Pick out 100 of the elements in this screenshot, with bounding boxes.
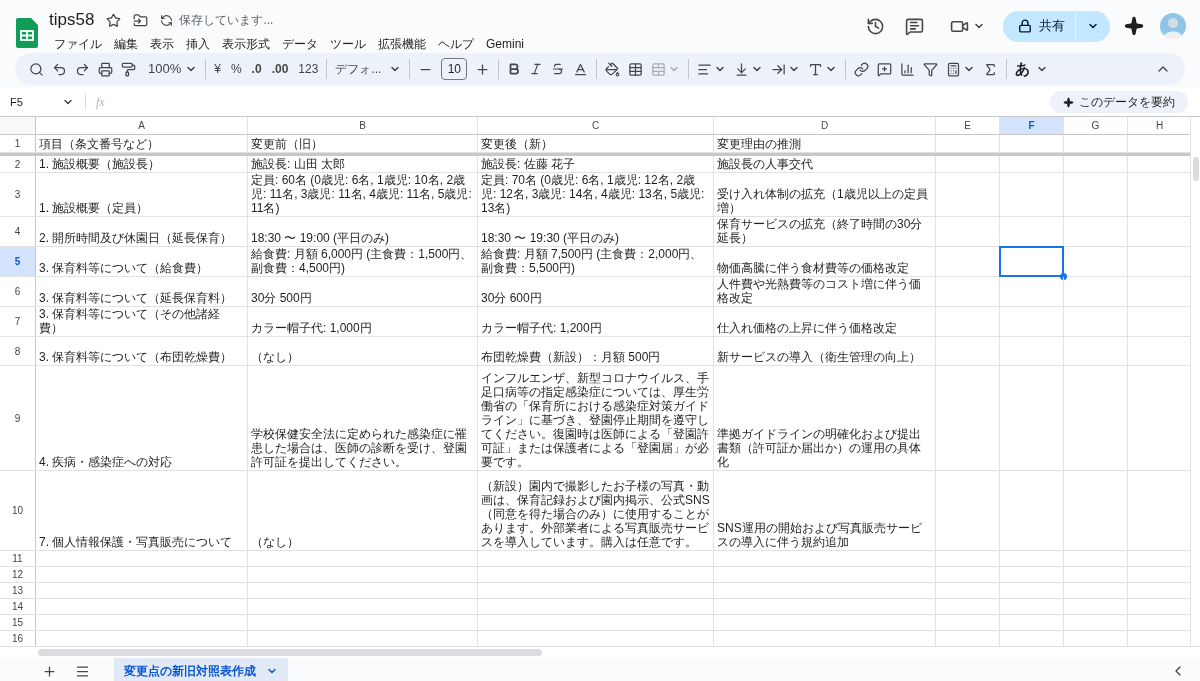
text-rotation-icon[interactable] (808, 61, 824, 77)
vertical-scrollbar[interactable] (1193, 157, 1199, 181)
table-cell: 施設長: 佐藤 花子 (481, 157, 575, 171)
table-cell-text: 受け入れ体制の拡充（1歳児以上の定員増） (717, 187, 929, 215)
save-status: 保存しています... (179, 12, 274, 29)
lock-icon (1018, 19, 1032, 33)
document-title[interactable]: tips58 (49, 10, 95, 30)
redo-icon[interactable] (75, 61, 90, 77)
menu-item[interactable]: ツール (324, 34, 372, 54)
sparkle-icon (1063, 96, 1074, 108)
horizontal-scrollbar[interactable] (38, 649, 542, 656)
fill-color-icon[interactable] (605, 61, 621, 77)
table-cell-text: 給食費: 月額 7,500円 (主食費：2,000円、副食費：5,500円) (481, 247, 704, 275)
merge-cells-icon[interactable] (651, 61, 667, 77)
table-cell: 18:30 〜 19:30 (平日のみ) (481, 231, 620, 245)
align-left-icon[interactable] (697, 61, 713, 77)
increase-decimal[interactable]: .00 (271, 60, 289, 78)
input-tool-dropdown[interactable]: あ (1015, 57, 1031, 81)
table-cell: 変更前（旧） (251, 137, 323, 151)
menu-item[interactable]: 拡張機能 (372, 34, 432, 54)
sparkle-icon[interactable] (1124, 16, 1144, 36)
chart-icon[interactable] (900, 61, 916, 77)
column-header[interactable]: F (1000, 117, 1064, 134)
table-cell: 2. 開所時間及び休園日（延長保育） (39, 231, 233, 245)
table-cell-text: 人件費や光熱費等のコスト増に伴う価格改定 (717, 277, 922, 305)
sync-icon[interactable] (160, 13, 174, 27)
zoom-dropdown[interactable]: 100% (148, 59, 182, 79)
paint-roller-icon[interactable] (121, 61, 136, 77)
table-cell: 変更後（新） (481, 137, 553, 151)
printer-icon[interactable] (98, 61, 113, 77)
table-cell: （新設）園内で撮影したお子様の写真・動画は、保育記録および園内掲示、公式SNS（同意を得た場合のみ）に使用することがあります。外部業者による写真販売サービスを導入しています。購入は任意です。 (481, 479, 710, 549)
menu-item[interactable]: 表示形式 (216, 34, 276, 54)
add-comment-icon[interactable] (877, 61, 893, 77)
calculator-icon[interactable] (946, 61, 962, 77)
share-button[interactable]: 共有 (1003, 10, 1110, 42)
table-cell: （なし） (251, 535, 299, 549)
table-cell: 30分 500円 (251, 291, 312, 305)
search-icon[interactable] (29, 61, 44, 77)
table-cell: カラー帽子代: 1,200円 (481, 321, 602, 335)
table-cell-text: 保育サービスの拡充（終了時間の30分延長） (717, 217, 924, 245)
link-icon[interactable] (854, 61, 870, 77)
table-cell-text: 準拠ガイドラインの明確化および提出書類（許可証か届出か）の運用の具体化 (717, 427, 922, 469)
table-cell: インフルエンザ、新型コロナウイルス、手足口病等の指定感染症については、厚生労働省の「保育所における感染症対策ガイドライン」に基づき、登園停止期間を遵守してください。復園時は医師による「登園許可証」または保護者による「登園届」が必要です。 (481, 371, 710, 469)
percent-format[interactable]: % (230, 60, 242, 78)
spreadsheet-logo[interactable] (16, 18, 38, 48)
menu-item[interactable]: 挿入 (180, 34, 216, 54)
strikethrough-icon[interactable] (551, 62, 566, 76)
history-icon[interactable] (866, 16, 885, 36)
table-cell: 4. 疾病・感染症への対応 (39, 455, 173, 469)
currency-format[interactable]: ¥ (214, 60, 221, 78)
table-cell: 30分 600円 (481, 291, 542, 305)
table-cell: 7. 個人情報保護・写真販売について (39, 535, 233, 549)
menu-item[interactable]: 表示 (144, 34, 180, 54)
table-cell-text: 3. 保育料等について（その他諸経費） (39, 307, 222, 335)
table-cell: 3. 保育料等について（給食費） (39, 261, 209, 275)
font-size-field[interactable]: 10 (441, 58, 468, 80)
menu-item[interactable]: ヘルプ (432, 34, 480, 54)
sheet-tab[interactable]: 変更点の新旧対照表作成 (114, 658, 288, 681)
menu-item[interactable]: ファイル (48, 34, 108, 54)
folder-icon[interactable] (133, 12, 149, 28)
table-cell: 新サービスの導入（衛生管理の向上） (717, 350, 921, 364)
menu-item[interactable]: データ (276, 34, 324, 54)
selected-cell[interactable] (999, 246, 1064, 277)
table-cell: 3. 保育料等について（布団乾燥費） (39, 350, 233, 364)
table-cell: 施設長の人事交代 (717, 157, 813, 171)
summarize-button[interactable]: このデータを要約 (1050, 91, 1188, 113)
undo-icon[interactable] (52, 61, 67, 77)
menu-icon[interactable] (75, 663, 90, 679)
table-cell-text: SNS運用の開始および写真販売サービスの導入に伴う規約追加 (717, 521, 923, 549)
table-cell-text: 定員: 70名 (0歳児: 6名, 1歳児: 12名, 2歳児: 12名, 3歳児: 14名, 4歳児: 13名, 5歳児: 13名) (481, 173, 706, 215)
table-cell: 1. 施設概要（施設長） (39, 157, 161, 171)
fill-handle[interactable] (1060, 273, 1067, 280)
table-cell: 変更理由の推測 (717, 137, 801, 151)
table-cell: 18:30 〜 19:00 (平日のみ) (251, 231, 390, 245)
table-cell: 布団乾燥費（新設）：月額 500円 (481, 350, 661, 364)
borders-icon[interactable] (628, 61, 644, 77)
font-dropdown[interactable]: デフォ... (335, 60, 382, 78)
add-sheet-icon[interactable] (42, 663, 57, 679)
text-color-icon[interactable] (573, 61, 589, 77)
filter-icon[interactable] (923, 61, 939, 77)
italic-icon[interactable] (529, 62, 544, 76)
function-label: fx (96, 94, 105, 111)
bold-icon[interactable] (507, 62, 522, 76)
table-cell: 物価高騰に伴う食材費等の価格改定 (717, 261, 909, 275)
table-cell: 給食費: 月額 6,000円 (主食費：1,500円、副食費：4,500円) (251, 247, 474, 275)
name-box[interactable]: F5 (10, 93, 62, 111)
row-header[interactable]: 5 (0, 247, 36, 276)
number-format[interactable]: 123 (298, 60, 319, 78)
table-cell: 施設長: 山田 太郎 (251, 157, 345, 171)
menu-item[interactable]: Gemini (480, 34, 530, 54)
table-cell: 仕入れ価格の上昇に伴う価格改定 (717, 321, 897, 335)
table-cell-text: 学校保健安全法に定められた感染症に罹患した場合は、医師の診断を受け、登園許可証を提出してください。 (251, 427, 468, 469)
decrease-decimal[interactable]: .0 (251, 60, 262, 78)
table-cell: カラー帽子代: 1,000円 (251, 321, 372, 335)
menu-item[interactable]: 編集 (108, 34, 144, 54)
plus-icon[interactable] (475, 61, 491, 77)
table-cell: （なし） (251, 350, 299, 364)
table-cell: 項目（条文番号など） (39, 137, 159, 151)
star-icon[interactable] (106, 12, 122, 28)
comment-icon[interactable] (905, 16, 924, 36)
